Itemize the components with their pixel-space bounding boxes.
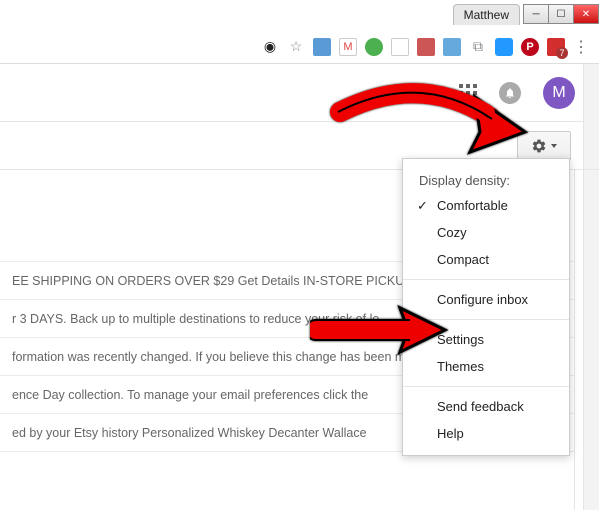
extension-icon[interactable] bbox=[365, 38, 383, 56]
menu-separator bbox=[403, 279, 569, 280]
help-item[interactable]: Help bbox=[403, 420, 569, 447]
browser-chrome: Matthew ─ ☐ ✕ bbox=[439, 0, 599, 28]
chevron-down-icon bbox=[551, 144, 557, 148]
extension-icon[interactable] bbox=[391, 38, 409, 56]
extension-icon[interactable] bbox=[443, 38, 461, 56]
extension-icon[interactable] bbox=[313, 38, 331, 56]
window-controls: ─ ☐ ✕ bbox=[524, 4, 599, 24]
avatar[interactable]: M bbox=[543, 77, 575, 109]
browser-tab[interactable]: Matthew bbox=[453, 4, 520, 25]
notification-badge: 7 bbox=[556, 47, 568, 59]
eye-icon[interactable]: ◉ bbox=[261, 38, 279, 56]
send-feedback[interactable]: Send feedback bbox=[403, 393, 569, 420]
gmail-extension-icon[interactable]: M bbox=[339, 38, 357, 56]
browser-menu-icon[interactable]: ⋮ bbox=[573, 37, 589, 57]
density-label: Display density: bbox=[403, 167, 569, 192]
extension-icon[interactable] bbox=[417, 38, 435, 56]
gear-icon bbox=[531, 138, 547, 154]
close-button[interactable]: ✕ bbox=[573, 4, 599, 24]
onedrive-icon[interactable] bbox=[495, 38, 513, 56]
density-cozy[interactable]: Cozy bbox=[403, 219, 569, 246]
minimize-button[interactable]: ─ bbox=[523, 4, 549, 24]
maximize-button[interactable]: ☐ bbox=[548, 4, 574, 24]
menu-separator bbox=[403, 386, 569, 387]
annotation-arrow bbox=[330, 62, 530, 165]
star-icon[interactable]: ☆ bbox=[287, 38, 305, 56]
annotation-arrow bbox=[310, 300, 450, 363]
browser-toolbar: ◉ ☆ M ⧉ P 7 ⋮ bbox=[0, 30, 599, 64]
density-comfortable[interactable]: Comfortable bbox=[403, 192, 569, 219]
extension-icon[interactable]: 7 bbox=[547, 38, 565, 56]
pinterest-icon[interactable]: P bbox=[521, 38, 539, 56]
dropbox-icon[interactable]: ⧉ bbox=[469, 38, 487, 56]
density-compact[interactable]: Compact bbox=[403, 246, 569, 273]
